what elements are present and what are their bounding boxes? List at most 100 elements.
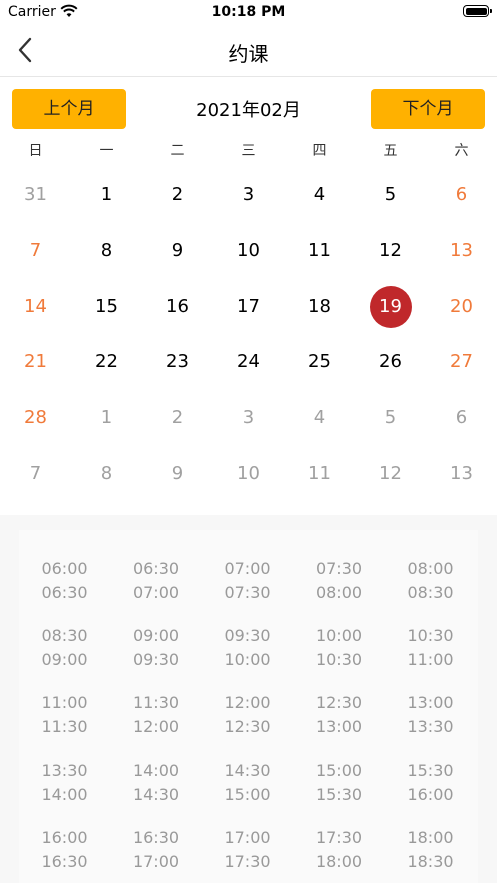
calendar-day[interactable]: 20	[426, 279, 497, 335]
time-slot[interactable]: 15:00 15:30	[294, 759, 385, 807]
time-slot-start: 09:00	[132, 626, 180, 646]
calendar-day[interactable]: 9	[142, 446, 213, 502]
time-slot-start: 16:00	[41, 827, 88, 847]
calendar-day[interactable]: 7	[0, 446, 71, 502]
battery-icon	[463, 5, 492, 17]
calendar-day[interactable]: 21	[0, 334, 71, 390]
time-slot[interactable]: 07:00 07:30	[202, 557, 293, 605]
calendar-day[interactable]: 4	[284, 167, 355, 223]
time-slot[interactable]: 17:30 18:00	[294, 826, 385, 874]
calendar-day[interactable]: 23	[142, 334, 213, 390]
calendar-day[interactable]: 13	[426, 446, 497, 502]
calendar-day-number: 21	[24, 351, 47, 373]
time-slot[interactable]: 08:30 09:00	[19, 624, 110, 672]
time-slot-end: 09:00	[41, 650, 88, 670]
calendar-day[interactable]: 13	[426, 223, 497, 279]
time-slot-start: 14:00	[132, 760, 180, 780]
calendar-day-selected[interactable]: 19	[355, 279, 426, 335]
calendar-day[interactable]: 27	[426, 334, 497, 390]
calendar-day[interactable]: 10	[213, 446, 284, 502]
calendar-day[interactable]: 31	[0, 167, 71, 223]
time-slot[interactable]: 13:00 13:30	[385, 691, 476, 739]
calendar-day-number: 24	[237, 351, 260, 373]
time-slot[interactable]: 10:00 10:30	[294, 624, 385, 672]
calendar-day-number: 2	[171, 407, 184, 429]
calendar-day[interactable]: 14	[0, 279, 71, 335]
calendar-day[interactable]: 2	[142, 390, 213, 446]
calendar-day-number: 18	[308, 295, 331, 317]
time-slot-start: 15:00	[315, 760, 363, 780]
time-slot[interactable]: 09:30 10:00	[202, 624, 293, 672]
time-slot-end: 07:00	[132, 583, 180, 602]
calendar-day[interactable]: 3	[213, 167, 284, 223]
calendar-day-number: 10	[237, 463, 260, 484]
calendar-day[interactable]: 22	[71, 334, 142, 390]
time-slot[interactable]: 16:00 16:30	[19, 826, 110, 874]
time-slot[interactable]: 06:30 07:00	[111, 557, 202, 605]
calendar-day[interactable]: 2	[142, 167, 213, 223]
time-slot-start: 07:00	[224, 559, 271, 578]
time-slot-end: 16:00	[407, 784, 454, 804]
time-slot-end: 13:00	[315, 717, 363, 737]
calendar-day[interactable]: 8	[71, 223, 142, 279]
calendar-day[interactable]: 17	[213, 279, 284, 335]
calendar-day[interactable]: 12	[355, 223, 426, 279]
time-slot[interactable]: 08:00 08:30	[385, 557, 476, 605]
time-slot[interactable]: 12:00 12:30	[202, 691, 293, 739]
calendar-day[interactable]: 6	[426, 390, 497, 446]
calendar-day[interactable]: 9	[142, 223, 213, 279]
time-slot-end: 08:30	[407, 583, 454, 602]
calendar-day[interactable]: 6	[426, 167, 497, 223]
time-slot[interactable]: 14:30 15:00	[202, 759, 293, 807]
time-slot[interactable]: 11:30 12:00	[111, 691, 202, 739]
calendar-day-number: 4	[313, 407, 326, 429]
time-slot[interactable]: 17:00 17:30	[202, 826, 293, 874]
calendar-day[interactable]: 4	[284, 390, 355, 446]
calendar-day[interactable]: 5	[355, 167, 426, 223]
time-slot[interactable]: 13:30 14:00	[19, 759, 110, 807]
status-time: 10:18 PM	[211, 4, 286, 20]
calendar-day[interactable]: 11	[284, 223, 355, 279]
calendar-day-number: 5	[384, 407, 397, 429]
calendar-day-number: 9	[171, 463, 184, 484]
time-slot[interactable]: 14:00 14:30	[111, 759, 202, 807]
time-slot-section: 06:00 06:30 06:30 07:00 07:00 07:30 07:30 08:00…	[0, 515, 497, 883]
time-slot[interactable]: 18:00 18:30	[385, 826, 476, 874]
calendar-day-number: 26	[379, 351, 402, 373]
calendar-day-number: 20	[450, 295, 473, 317]
calendar-day[interactable]: 25	[284, 334, 355, 390]
time-slot[interactable]: 10:30 11:00	[385, 624, 476, 672]
time-slot[interactable]: 12:30 13:00	[294, 691, 385, 739]
calendar-day[interactable]: 11	[284, 446, 355, 502]
calendar-day[interactable]: 26	[355, 334, 426, 390]
calendar-day[interactable]: 18	[284, 279, 355, 335]
time-slot[interactable]: 06:00 06:30	[19, 557, 110, 605]
weekday-label: 五	[383, 143, 398, 159]
calendar-day[interactable]: 1	[71, 167, 142, 223]
time-slot[interactable]: 09:00 09:30	[111, 624, 202, 672]
calendar-day[interactable]: 3	[213, 390, 284, 446]
calendar-day-number: 17	[237, 295, 260, 317]
calendar-day[interactable]: 12	[355, 446, 426, 502]
calendar-day[interactable]: 5	[355, 390, 426, 446]
calendar-day-number: 28	[24, 407, 47, 429]
calendar-day[interactable]: 1	[71, 390, 142, 446]
time-slot-end: 13:30	[407, 717, 454, 737]
calendar-day[interactable]: 24	[213, 334, 284, 390]
time-slot[interactable]: 16:30 17:00	[111, 826, 202, 874]
next-month-button[interactable]: 下个月	[371, 89, 485, 129]
calendar-day[interactable]: 7	[0, 223, 71, 279]
calendar-day[interactable]: 16	[142, 279, 213, 335]
time-slot[interactable]: 07:30 08:00	[294, 557, 385, 605]
time-slot[interactable]: 11:00 11:30	[19, 691, 110, 739]
time-slot[interactable]: 15:30 16:00	[385, 759, 476, 807]
time-slot-start: 11:30	[132, 693, 180, 713]
time-slot-start: 13:30	[41, 760, 88, 780]
calendar-day[interactable]: 10	[213, 223, 284, 279]
nav-bar: 约课	[0, 26, 497, 77]
calendar-day-number: 13	[450, 239, 473, 261]
weekday-label: 四	[312, 143, 327, 159]
calendar-day[interactable]: 8	[71, 446, 142, 502]
calendar-day[interactable]: 28	[0, 390, 71, 446]
calendar-day[interactable]: 15	[71, 279, 142, 335]
